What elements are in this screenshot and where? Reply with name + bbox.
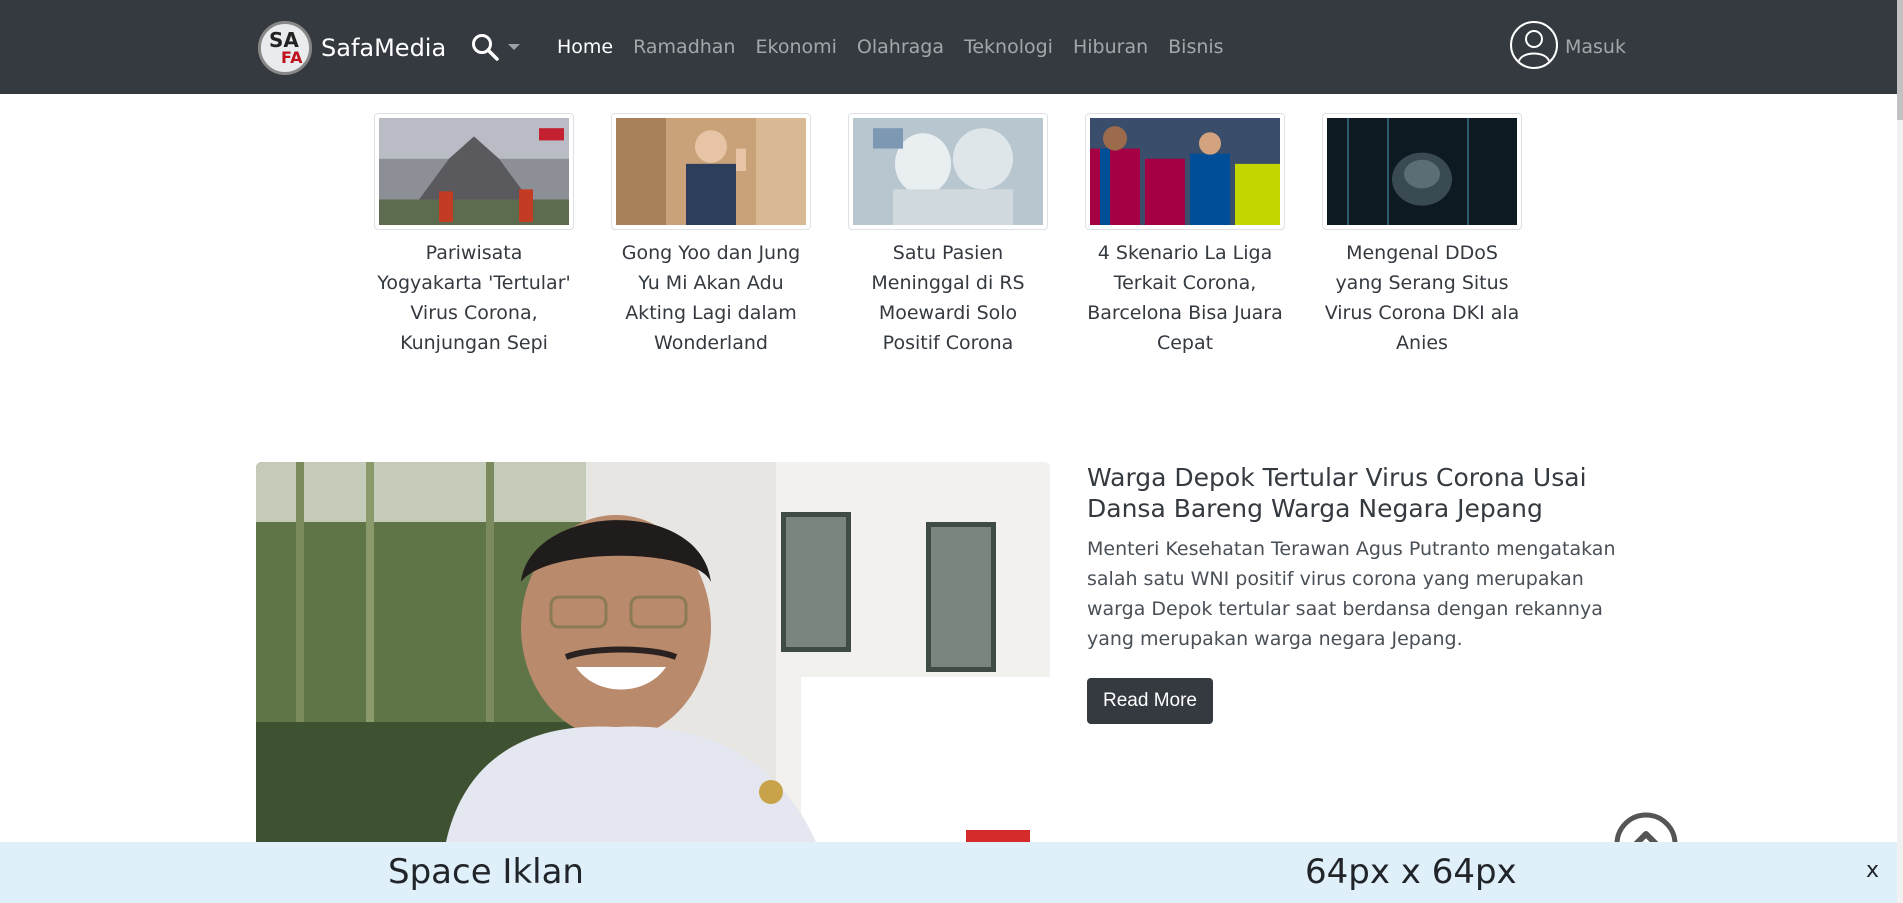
chevron-down-icon[interactable] [508,44,520,50]
news-card[interactable]: Mengenal DDoS yang Serang Situs Virus Co… [1322,113,1522,358]
medical-image [853,118,1043,225]
nav-item-ekonomi[interactable]: Ekonomi [755,36,836,58]
brand[interactable]: SA FA SafaMedia [258,20,446,76]
top-navbar: SA FA SafaMedia Home Ramadhan Ekonomi Ol… [0,0,1897,94]
news-card[interactable]: Satu Pasien Meninggal di RS Moewardi Sol… [848,113,1048,358]
brand-logo[interactable]: SA FA [258,21,312,75]
ad-close-button[interactable]: x [1866,858,1879,883]
news-thumbnail[interactable] [1322,113,1522,230]
news-card[interactable]: Pariwisata Yogyakarta 'Tertular' Virus C… [374,113,574,358]
ad-size-label: 64px x 64px [1305,852,1517,892]
news-title[interactable]: 4 Skenario La Liga Terkait Corona, Barce… [1085,238,1285,358]
temple-image [379,118,569,225]
search-icon[interactable] [470,32,500,62]
nav-item-hiburan[interactable]: Hiburan [1073,36,1148,58]
nav-item-ramadhan[interactable]: Ramadhan [633,36,735,58]
search-toggle[interactable] [470,32,520,62]
news-title[interactable]: Pariwisata Yogyakarta 'Tertular' Virus C… [374,238,574,358]
brand-name[interactable]: SafaMedia [321,34,446,62]
featured-title[interactable]: Warga Depok Tertular Virus Corona Usai D… [1087,462,1632,524]
login-link[interactable]: Masuk [1509,20,1626,74]
news-card[interactable]: 4 Skenario La Liga Terkait Corona, Barce… [1085,113,1285,358]
main-nav: Home Ramadhan Ekonomi Olahraga Teknologi… [557,36,1244,58]
page-scrollbar[interactable] [1897,0,1903,903]
news-thumbnail[interactable] [848,113,1048,230]
read-more-button[interactable]: Read More [1087,678,1213,724]
trending-news: Pariwisata Yogyakarta 'Tertular' Virus C… [374,113,1559,358]
actor-image [616,118,806,225]
ad-banner: Space Iklan 64px x 64px x [0,842,1897,903]
news-thumbnail[interactable] [611,113,811,230]
featured-image[interactable] [256,462,1050,842]
news-title[interactable]: Mengenal DDoS yang Serang Situs Virus Co… [1322,238,1522,358]
ad-label: Space Iklan [388,852,584,892]
news-thumbnail[interactable] [1085,113,1285,230]
nav-item-olahraga[interactable]: Olahraga [857,36,944,58]
football-image [1090,118,1280,225]
nav-item-teknologi[interactable]: Teknologi [964,36,1053,58]
nav-item-home[interactable]: Home [557,36,613,58]
cyber-image [1327,118,1517,225]
minister-photo [256,462,1050,842]
news-card[interactable]: Gong Yoo dan Jung Yu Mi Akan Adu Akting … [611,113,811,358]
news-title[interactable]: Satu Pasien Meninggal di RS Moewardi Sol… [848,238,1048,358]
logo-text-bottom: FA [281,48,303,67]
news-thumbnail[interactable] [374,113,574,230]
nav-item-bisnis[interactable]: Bisnis [1168,36,1223,58]
scrollbar-thumb[interactable] [1897,0,1903,120]
featured-excerpt: Menteri Kesehatan Terawan Agus Putranto … [1087,538,1616,650]
login-label[interactable]: Masuk [1565,36,1626,58]
news-title[interactable]: Gong Yoo dan Jung Yu Mi Akan Adu Akting … [611,238,811,358]
user-icon[interactable] [1509,20,1559,74]
featured-body: Warga Depok Tertular Virus Corona Usai D… [1087,462,1632,724]
